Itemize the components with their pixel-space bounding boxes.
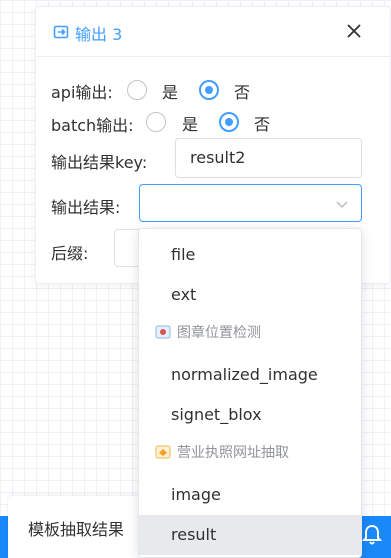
dropdown-option-image[interactable]: image (139, 475, 361, 515)
api-output-yes-radio[interactable] (127, 80, 147, 100)
panel-header: 输出 3 (36, 7, 390, 57)
batch-output-yes-radio[interactable] (146, 112, 166, 132)
close-icon[interactable] (343, 20, 365, 42)
dropdown-group-stamp: 图章位置检测 (139, 313, 361, 353)
bell-icon[interactable] (362, 524, 382, 546)
panel-title: 输出 3 (75, 25, 123, 44)
dropdown-option-signet-blox[interactable]: signet_blox (139, 395, 361, 435)
dropdown-group-license-label: 营业执照网址抽取 (177, 445, 289, 461)
result-key-input[interactable]: result2 (175, 138, 362, 178)
result-select[interactable] (139, 184, 362, 222)
chevron-down-icon (336, 201, 348, 209)
result-key-label: 输出结果key: (51, 153, 148, 172)
batch-output-yes-label[interactable]: 是 (182, 111, 198, 135)
dropdown-option-file[interactable]: file (139, 235, 361, 275)
result-dropdown: file ext 图章位置检测 normalized_image signet_… (138, 228, 362, 558)
api-output-no-label[interactable]: 否 (234, 79, 250, 103)
bottom-tab-label: 模板抽取结果 (28, 520, 125, 539)
dropdown-option-ext[interactable]: ext (139, 275, 361, 315)
dropdown-group-stamp-label: 图章位置检测 (177, 325, 261, 341)
bottom-tab[interactable]: 模板抽取结果 (8, 496, 148, 558)
suffix-label: 后缀: (51, 244, 89, 263)
stamp-detection-icon (155, 325, 171, 339)
result-label: 输出结果: (51, 198, 121, 217)
dropdown-option-result[interactable]: result (139, 515, 361, 555)
api-output-yes-label[interactable]: 是 (162, 79, 178, 103)
dropdown-group-license: 营业执照网址抽取 (139, 433, 361, 473)
batch-output-no-radio[interactable] (219, 112, 239, 132)
batch-output-no-label[interactable]: 否 (254, 111, 270, 135)
api-output-no-radio[interactable] (199, 80, 219, 100)
license-extract-icon (155, 445, 171, 459)
dropdown-option-normalized-image[interactable]: normalized_image (139, 355, 361, 395)
batch-output-label: batch输出: (51, 116, 134, 135)
api-output-label: api输出: (51, 83, 113, 102)
output-icon (53, 25, 69, 39)
